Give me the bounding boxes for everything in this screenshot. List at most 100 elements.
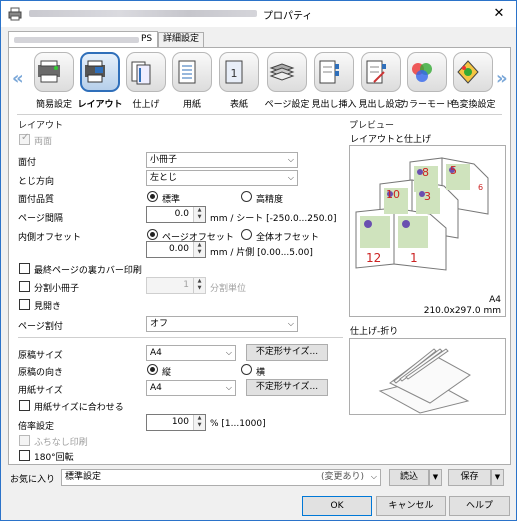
close-button[interactable]: ✕ [487, 3, 511, 25]
icon-bar-divider [17, 114, 502, 115]
preview-layout-title: レイアウトと仕上げ [350, 135, 432, 145]
duplex-checkbox[interactable] [19, 132, 30, 145]
print-type-value: 小冊子 [150, 155, 178, 165]
offset-all-radio[interactable] [241, 229, 252, 240]
page-gap-label: ページ間隔 [18, 214, 63, 224]
offset-value: 0.00 [168, 244, 189, 254]
orientation-landscape-radio[interactable] [241, 364, 252, 375]
window-title: プロパティ [263, 11, 313, 22]
last-page-back-checkbox[interactable] [19, 263, 30, 274]
finishing-icon [131, 61, 151, 85]
cancel-button[interactable]: キャンセル [376, 496, 446, 516]
save-button[interactable]: 保存 [448, 469, 491, 486]
zoom-input[interactable]: 100 ▲ ▼ [146, 414, 206, 431]
load-menu-arrow[interactable]: ▼ [429, 469, 442, 486]
preview-paper-dimensions: 210.0x297.0 mm [423, 306, 501, 316]
scroll-left-arrow[interactable]: « [12, 68, 24, 89]
quality-high-label: 高精度 [256, 195, 284, 205]
page-gap-unit: mm / シート [-250.0...250.0] [210, 214, 337, 224]
chevron-down-icon: ⌵ [225, 348, 232, 357]
original-size-select[interactable]: A4 ⌵ [146, 345, 236, 361]
layout-preview: 8 5 6 10 3 12 1 A4 210.0x297.0 mm [349, 145, 506, 317]
preview-page-number: 12 [366, 251, 381, 265]
fit-paper-label: 用紙サイズに合わせる [34, 403, 124, 413]
spin-arrows-icon[interactable]: ▲ ▼ [193, 415, 205, 430]
printer-icon [8, 7, 22, 21]
binding-select[interactable]: 左とじ ⌵ [146, 170, 298, 186]
orientation-landscape-label: 横 [256, 368, 266, 378]
split-count-input[interactable]: 1 ▲ ▼ [146, 277, 206, 294]
orientation-portrait-label: 縦 [162, 368, 172, 378]
page-gap-input[interactable]: 0.0 ▲ ▼ [146, 206, 206, 223]
tab-label: 色変換設定 [450, 100, 496, 110]
offset-input[interactable]: 0.00 ▲ ▼ [146, 241, 206, 258]
tab-advanced[interactable]: 詳細設定 [158, 32, 204, 47]
preview-page-number: 1 [410, 251, 418, 265]
spin-arrows-icon[interactable]: ▲ ▼ [193, 242, 205, 257]
rotate-180-checkbox[interactable] [19, 450, 30, 461]
chevron-down-icon: ⌵ [370, 472, 377, 481]
offset-all-label: 全体オフセット [256, 233, 320, 243]
properties-window: プロパティ ✕ PS 詳細設定 « 簡易設定 レイアウト 仕上げ 用紙 1 表紙… [0, 0, 517, 521]
chevron-down-icon: ⌵ [225, 383, 232, 392]
split-booklet-checkbox[interactable] [19, 281, 30, 292]
save-menu-arrow[interactable]: ▼ [491, 469, 504, 486]
svg-text:1: 1 [231, 67, 238, 80]
paper-size-value: A4 [150, 383, 162, 393]
help-button[interactable]: ヘルプ [449, 496, 510, 516]
scroll-right-arrow[interactable]: » [496, 68, 508, 89]
favorite-select[interactable]: 標準設定 (変更あり) ⌵ [61, 469, 381, 486]
tab-ps[interactable]: PS [8, 31, 158, 47]
split-count-value: 1 [183, 280, 189, 290]
quality-high-radio[interactable] [241, 191, 252, 202]
zoom-value: 100 [171, 417, 189, 427]
quality-standard-radio[interactable] [147, 191, 158, 202]
fold-illustration [378, 348, 471, 414]
original-size-value: A4 [150, 348, 162, 358]
tab-strip: PS 詳細設定 [8, 31, 511, 47]
split-unit-label: 分割単位 [210, 284, 247, 294]
favorite-value: 標準設定 [65, 472, 102, 482]
spin-arrows-icon[interactable]: ▲ ▼ [193, 207, 205, 222]
chevron-down-icon: ⌵ [287, 173, 294, 182]
print-type-label: 面付 [18, 158, 37, 168]
load-button[interactable]: 読込 [389, 469, 429, 486]
layout-section-title: レイアウト [18, 121, 64, 131]
tab-insert-icon [319, 60, 339, 84]
offset-page-radio[interactable] [147, 229, 158, 240]
dialog-footer: お気に入り 標準設定 (変更あり) ⌵ 読込 ▼ 保存 ▼ OK キャンセル ヘ… [1, 465, 516, 521]
title-bar: プロパティ ✕ [1, 1, 516, 27]
color-mode-icon [412, 63, 432, 82]
quality-standard-label: 標準 [162, 195, 181, 205]
tab-ps-label: PS [141, 34, 153, 44]
borderless-label: ふちなし印刷 [34, 438, 88, 448]
booklet-preview-illustration: 8 5 6 10 3 12 1 [355, 157, 489, 271]
favorite-label: お気に入り [10, 475, 56, 485]
print-type-select[interactable]: 小冊子 ⌵ [146, 152, 298, 168]
blurred-printer-name [29, 10, 257, 17]
preview-page-number: 10 [386, 188, 400, 201]
paper-size-select[interactable]: A4 ⌵ [146, 380, 236, 396]
orientation-portrait-radio[interactable] [147, 364, 158, 375]
color-convert-icon [457, 60, 479, 84]
paper-icon [178, 60, 196, 84]
custom-original-size-button[interactable]: 不定形サイズ... [246, 344, 328, 361]
quick-setting-icon [38, 60, 60, 83]
ok-button[interactable]: OK [302, 496, 372, 516]
binding-label: とじ方向 [18, 177, 55, 187]
preview-section-title: プレビュー [349, 121, 395, 131]
offset-unit: mm / 片側 [0.00...5.00] [210, 248, 313, 258]
tab-color-convert[interactable]: 色変換設定 [448, 52, 498, 112]
borderless-checkbox[interactable] [19, 435, 30, 446]
preview-page-number: 3 [424, 190, 431, 203]
zoom-label: 倍率設定 [18, 422, 55, 432]
original-size-label: 原稿サイズ [18, 351, 63, 361]
spread-checkbox[interactable] [19, 299, 30, 310]
page-gap-value: 0.0 [174, 209, 189, 219]
spin-arrows-icon[interactable]: ▲ ▼ [193, 278, 205, 293]
preview-paper-size: A4 [489, 295, 501, 305]
custom-paper-size-button[interactable]: 不定形サイズ... [246, 379, 328, 396]
blurred-tab-name [14, 37, 139, 43]
page-layout-select[interactable]: オフ ⌵ [146, 316, 298, 332]
fit-paper-checkbox[interactable] [19, 400, 30, 411]
